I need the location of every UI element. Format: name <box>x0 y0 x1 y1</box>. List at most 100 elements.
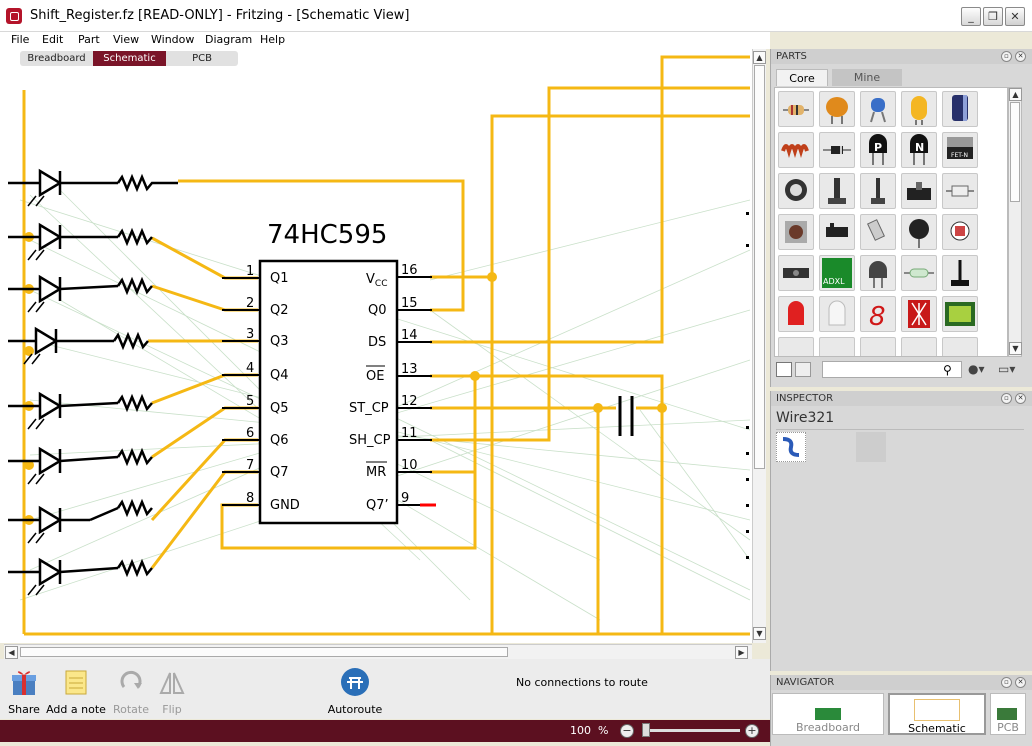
grid-view-icon[interactable] <box>776 362 792 377</box>
tantalum-capacitor-icon[interactable] <box>901 91 937 127</box>
scroll-right-icon[interactable]: ▶ <box>735 646 748 659</box>
add-note-button[interactable]: Add a note <box>46 659 106 716</box>
hscroll-thumb[interactable] <box>20 647 508 657</box>
antenna-icon[interactable] <box>942 255 978 291</box>
canvas-vertical-scrollbar[interactable]: ▲ ▼ <box>752 49 766 643</box>
minimize-button[interactable]: _ <box>961 7 981 26</box>
fuse-icon[interactable] <box>942 173 978 209</box>
scroll-left-icon[interactable]: ◀ <box>5 646 18 659</box>
schematic-thumbnail <box>914 699 960 721</box>
parts-scroll-up-icon[interactable]: ▲ <box>1009 88 1022 101</box>
slide-pot-icon[interactable] <box>819 173 855 209</box>
trimmer-icon[interactable] <box>860 173 896 209</box>
restore-button[interactable]: ❒ <box>983 7 1003 26</box>
ir-sensor-icon[interactable] <box>778 255 814 291</box>
reed-switch-icon[interactable] <box>901 255 937 291</box>
navigator-schematic[interactable]: Schematic <box>888 693 986 735</box>
ceramic-capacitor-icon[interactable] <box>819 91 855 127</box>
buzzer-icon[interactable] <box>778 337 814 356</box>
pnp-transistor-icon[interactable]: P <box>860 132 896 168</box>
chip-74hc595[interactable]: 74HC595 1 Q1 2 Q2 3 Q3 4 Q4 5 Q5 6 Q6 7 Q7 <box>222 220 436 525</box>
navigator-pcb[interactable]: PCB <box>990 693 1026 735</box>
list-view-icon[interactable] <box>795 362 811 377</box>
resistor-icon[interactable] <box>778 91 814 127</box>
pin-num-6: 6 <box>246 426 254 441</box>
routing-status: No connections to route <box>516 676 648 689</box>
flex-sensor-icon[interactable] <box>942 214 978 250</box>
navigator-breadboard[interactable]: Breadboard <box>772 693 884 735</box>
diode-icon[interactable] <box>819 132 855 168</box>
tilt-sensor-icon[interactable] <box>860 214 896 250</box>
parts-scroll-down-icon[interactable]: ▼ <box>1009 342 1022 355</box>
menu-part[interactable]: Part <box>78 33 100 46</box>
capacitor-blue-icon[interactable] <box>860 91 896 127</box>
close-button[interactable]: ✕ <box>1005 7 1025 26</box>
vscroll-thumb[interactable] <box>754 65 765 469</box>
parts-tab-core[interactable]: Core <box>776 69 828 86</box>
seven-segment-icon[interactable]: 8 <box>860 296 896 332</box>
search-icon[interactable]: ⚲ <box>943 363 952 377</box>
red-led-icon[interactable] <box>778 296 814 332</box>
canvas-horizontal-scrollbar[interactable]: ◀ ▶ <box>4 644 752 659</box>
pin-num-1: 1 <box>246 264 254 279</box>
bottom-toolbar: Share Add a note Rotate Flip Autoroute <box>0 659 770 719</box>
battery-icon[interactable] <box>901 337 937 356</box>
zoom-slider[interactable] <box>644 729 740 732</box>
parts-close-icon[interactable]: ✕ <box>1015 51 1026 62</box>
tab-schematic[interactable]: Schematic <box>93 51 166 66</box>
scroll-up-icon[interactable]: ▲ <box>753 51 766 64</box>
navigator-header: NAVIGATOR ▫ ✕ <box>771 675 1032 690</box>
share-button[interactable]: Share <box>4 659 44 716</box>
inspector-float-icon[interactable]: ▫ <box>1001 393 1012 404</box>
pin-name-gnd: GND <box>270 498 300 513</box>
fet-icon[interactable]: FET-N <box>942 132 978 168</box>
white-led-icon[interactable] <box>819 296 855 332</box>
starburst-display-icon[interactable] <box>901 296 937 332</box>
tab-pcb[interactable]: PCB <box>166 51 238 66</box>
zoom-in-icon[interactable]: + <box>745 724 759 738</box>
menu-edit[interactable]: Edit <box>42 33 63 46</box>
tab-breadboard[interactable]: Breadboard <box>20 51 93 66</box>
electrolytic-capacitor-icon[interactable] <box>942 91 978 127</box>
parts-float-icon[interactable]: ▫ <box>1001 51 1012 62</box>
probe-menu-icon[interactable]: ●▾ <box>968 362 988 377</box>
menu-file[interactable]: File <box>11 33 29 46</box>
menu-bar: File Edit Part View Window Diagram Help <box>0 32 770 49</box>
accelerometer-icon[interactable]: ADXL <box>819 255 855 291</box>
piezo-icon[interactable] <box>860 337 896 356</box>
menu-window[interactable]: Window <box>151 33 194 46</box>
parts-search-input[interactable] <box>822 361 962 378</box>
photocell-icon[interactable] <box>901 214 937 250</box>
menu-view[interactable]: View <box>113 33 139 46</box>
pin-name-mr: MR <box>366 465 386 480</box>
zoom-out-icon[interactable]: − <box>620 724 634 738</box>
flip-button[interactable]: Flip <box>154 659 190 716</box>
scroll-down-icon[interactable]: ▼ <box>753 627 766 640</box>
schematic-canvas[interactable]: 74HC595 1 Q1 2 Q2 3 Q3 4 Q4 5 Q5 6 Q6 7 Q7 <box>0 49 752 643</box>
npn-transistor-icon[interactable]: N <box>901 132 937 168</box>
pin-name-q2: Q2 <box>270 303 289 318</box>
parts-scrollbar[interactable]: ▲ ▼ <box>1008 87 1022 357</box>
breadboard-thumbnail <box>815 708 841 720</box>
autoroute-button[interactable]: Autoroute <box>326 659 384 716</box>
speaker-icon[interactable] <box>819 337 855 356</box>
potentiometer-icon[interactable] <box>778 173 814 209</box>
menu-help[interactable]: Help <box>260 33 285 46</box>
parts-scroll-thumb[interactable] <box>1010 102 1020 202</box>
bin-menu-icon[interactable]: ▭▾ <box>998 362 1020 377</box>
menu-diagram[interactable]: Diagram <box>205 33 252 46</box>
power-jack-icon[interactable] <box>942 337 978 356</box>
parts-tab-mine[interactable]: Mine <box>832 69 902 86</box>
navigator-close-icon[interactable]: ✕ <box>1015 677 1026 688</box>
pin-num-13: 13 <box>401 362 418 377</box>
lcd-icon[interactable] <box>942 296 978 332</box>
relay-icon[interactable] <box>819 214 855 250</box>
switch-icon[interactable] <box>901 173 937 209</box>
rotate-button[interactable]: Rotate <box>110 659 152 716</box>
navigator-float-icon[interactable]: ▫ <box>1001 677 1012 688</box>
temperature-sensor-icon[interactable] <box>860 255 896 291</box>
inductor-icon[interactable] <box>778 132 814 168</box>
inspector-close-icon[interactable]: ✕ <box>1015 393 1026 404</box>
zoom-slider-thumb[interactable] <box>642 723 650 737</box>
pushbutton-icon[interactable] <box>778 214 814 250</box>
